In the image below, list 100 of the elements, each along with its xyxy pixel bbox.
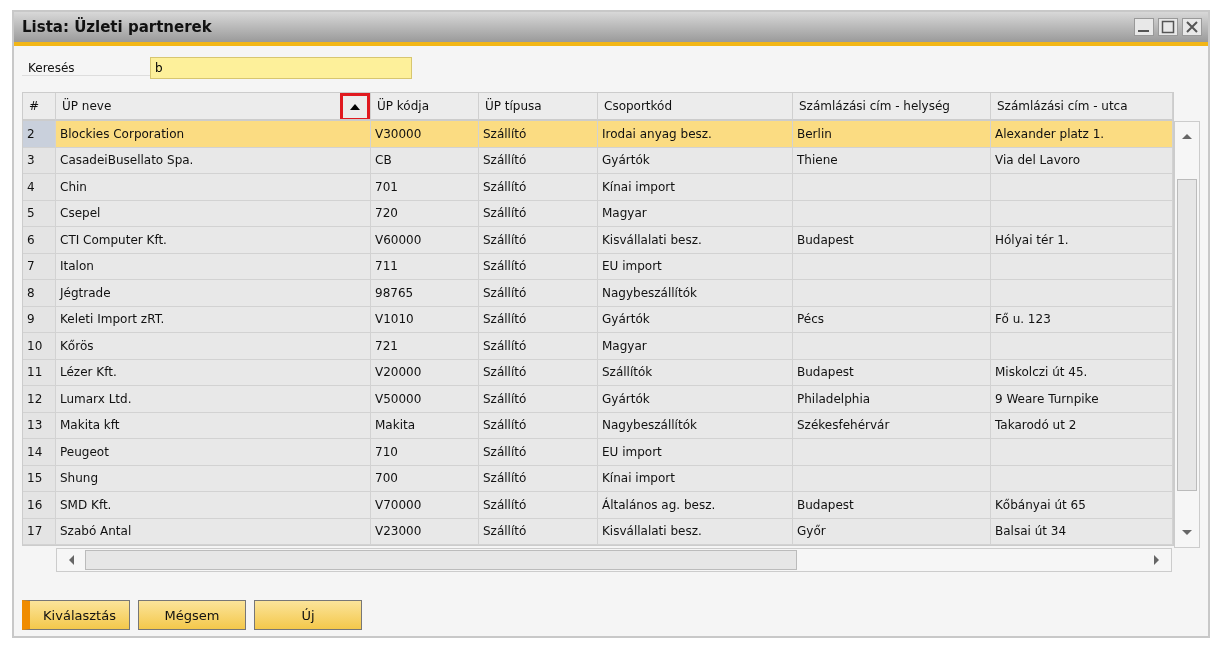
- table-cell: Győr: [793, 518, 991, 545]
- table-cell: Szállító: [479, 333, 598, 360]
- table-cell: Jégtrade: [56, 280, 371, 307]
- row-number[interactable]: 17: [23, 518, 56, 545]
- table-cell: Magyar: [598, 200, 793, 227]
- row-number[interactable]: 9: [23, 306, 56, 333]
- row-number[interactable]: 7: [23, 253, 56, 280]
- row-number[interactable]: 6: [23, 227, 56, 254]
- table-cell: 701: [371, 174, 479, 201]
- table-cell: 711: [371, 253, 479, 280]
- minimize-icon[interactable]: [1134, 18, 1154, 36]
- table-cell: Lumarx Ltd.: [56, 386, 371, 413]
- maximize-icon[interactable]: [1158, 18, 1178, 36]
- table-cell: Szállító: [479, 412, 598, 439]
- column-header[interactable]: ÜP kódja: [371, 93, 479, 121]
- table-cell: Gyártók: [598, 386, 793, 413]
- column-header[interactable]: #: [23, 93, 56, 121]
- table-cell: Gyártók: [598, 306, 793, 333]
- search-field[interactable]: b: [150, 57, 412, 79]
- row-number[interactable]: 11: [23, 359, 56, 386]
- table-cell: Szállító: [479, 439, 598, 466]
- table-cell: Kőrös: [56, 333, 371, 360]
- table-cell: Hólyai tér 1.: [991, 227, 1173, 254]
- table-cell: Kőbányai út 65: [991, 492, 1173, 519]
- column-header[interactable]: Számlázási cím - helység: [793, 93, 991, 121]
- table-cell: Fő u. 123: [991, 306, 1173, 333]
- sort-arrow-icon: [349, 103, 361, 111]
- table-cell: EU import: [598, 253, 793, 280]
- row-number[interactable]: 13: [23, 412, 56, 439]
- row-number[interactable]: 14: [23, 439, 56, 466]
- row-number[interactable]: 2: [23, 121, 56, 148]
- table-cell: Szállító: [479, 518, 598, 545]
- table-cell: 710: [371, 439, 479, 466]
- table-cell: Szállító: [479, 121, 598, 148]
- table-cell: Budapest: [793, 492, 991, 519]
- row-number[interactable]: 5: [23, 200, 56, 227]
- table-cell: Nagybeszállítók: [598, 412, 793, 439]
- row-number[interactable]: 12: [23, 386, 56, 413]
- table-cell: Peugeot: [56, 439, 371, 466]
- table-cell: Magyar: [598, 333, 793, 360]
- action-button[interactable]: Új: [254, 600, 362, 630]
- table-cell: Kisvállalati besz.: [598, 518, 793, 545]
- column-header[interactable]: Számlázási cím - utca: [991, 93, 1173, 121]
- scroll-right-icon[interactable]: [1153, 554, 1161, 566]
- table-cell: SMD Kft.: [56, 492, 371, 519]
- table-cell: Shung: [56, 465, 371, 492]
- table-cell: V23000: [371, 518, 479, 545]
- row-number[interactable]: 8: [23, 280, 56, 307]
- table-cell: Szállító: [479, 465, 598, 492]
- table-cell: Makita kft: [56, 412, 371, 439]
- table-cell: Irodai anyag besz.: [598, 121, 793, 148]
- table-cell: Alexander platz 1.: [991, 121, 1173, 148]
- column-header[interactable]: ÜP típusa: [479, 93, 598, 121]
- column-header[interactable]: ÜP neve: [56, 93, 371, 121]
- vertical-scrollbar[interactable]: [1174, 121, 1200, 548]
- column-header[interactable]: Csoportkód: [598, 93, 793, 121]
- table-cell: V70000: [371, 492, 479, 519]
- action-button[interactable]: Mégsem: [138, 600, 246, 630]
- row-number[interactable]: 3: [23, 147, 56, 174]
- table-cell: 98765: [371, 280, 479, 307]
- table-cell: Italon: [56, 253, 371, 280]
- scroll-thumb[interactable]: [1177, 178, 1197, 491]
- horizontal-scrollbar[interactable]: [56, 548, 1172, 572]
- table-cell: CTI Computer Kft.: [56, 227, 371, 254]
- table-cell: Szállító: [479, 359, 598, 386]
- table-cell: Szállító: [479, 253, 598, 280]
- row-number[interactable]: 16: [23, 492, 56, 519]
- scroll-left-icon[interactable]: [67, 554, 75, 566]
- table-cell: 720: [371, 200, 479, 227]
- table-cell: Székesfehérvár: [793, 412, 991, 439]
- table-cell: CasadeiBusellato Spa.: [56, 147, 371, 174]
- row-number[interactable]: 4: [23, 174, 56, 201]
- row-number[interactable]: 15: [23, 465, 56, 492]
- table-cell: Makita: [371, 412, 479, 439]
- table-cell: CB: [371, 147, 479, 174]
- table-cell: Nagybeszállítók: [598, 280, 793, 307]
- table-cell: Balsai út 34: [991, 518, 1173, 545]
- table-cell: V30000: [371, 121, 479, 148]
- table-cell: Szállító: [479, 227, 598, 254]
- table-cell: Kínai import: [598, 465, 793, 492]
- close-icon[interactable]: [1182, 18, 1202, 36]
- table-cell: Berlin: [793, 121, 991, 148]
- table-cell: Kisvállalati besz.: [598, 227, 793, 254]
- table-cell: Szállító: [479, 200, 598, 227]
- scroll-down-icon[interactable]: [1181, 529, 1193, 537]
- table-cell: 9 Weare Turnpike: [991, 386, 1173, 413]
- table-cell: Keleti Import zRT.: [56, 306, 371, 333]
- table-cell: Szállító: [479, 280, 598, 307]
- scroll-up-icon[interactable]: [1181, 132, 1193, 140]
- table-cell: Csepel: [56, 200, 371, 227]
- scroll-thumb[interactable]: [85, 550, 797, 570]
- table-cell: Szállító: [479, 174, 598, 201]
- table-cell: Kínai import: [598, 174, 793, 201]
- table-cell: Philadelphia: [793, 386, 991, 413]
- action-button[interactable]: Kiválasztás: [22, 600, 130, 630]
- table-cell: V20000: [371, 359, 479, 386]
- table-cell: Pécs: [793, 306, 991, 333]
- table-cell: Szállító: [479, 386, 598, 413]
- row-number[interactable]: 10: [23, 333, 56, 360]
- table-cell: EU import: [598, 439, 793, 466]
